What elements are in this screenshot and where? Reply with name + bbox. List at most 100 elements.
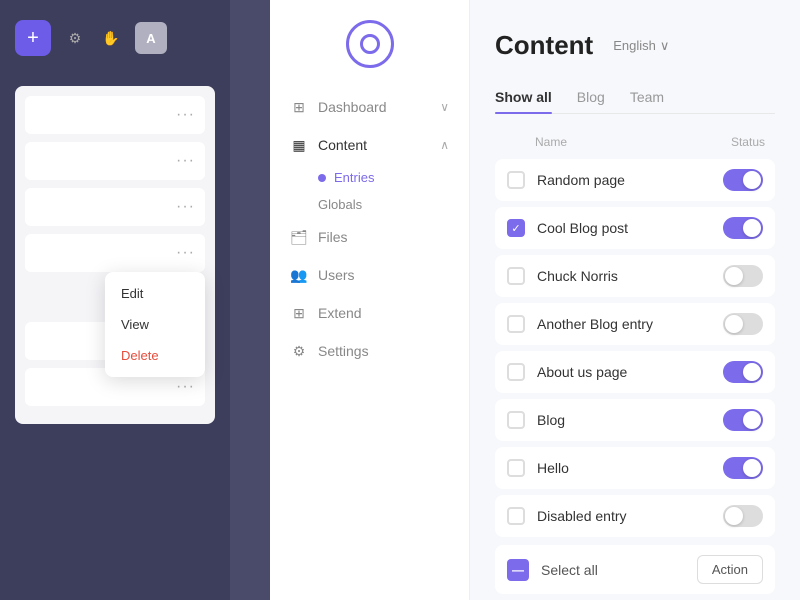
table-row: About us page <box>495 351 775 393</box>
table-header: Name Status <box>495 129 775 155</box>
entry-toggle[interactable] <box>723 457 763 479</box>
hand-icon[interactable]: ✋ <box>99 26 123 50</box>
active-dot <box>318 174 326 182</box>
bottom-bar: Select all Action <box>495 545 775 594</box>
entry-toggle[interactable] <box>723 313 763 335</box>
add-button[interactable]: + <box>15 20 51 56</box>
entry-checkbox[interactable] <box>507 315 525 333</box>
toggle-knob <box>725 507 743 525</box>
subnav-item-globals[interactable]: Globals <box>270 191 469 218</box>
context-menu-view[interactable]: View <box>105 309 205 340</box>
tab-show-all[interactable]: Show all <box>495 81 552 113</box>
context-menu-edit[interactable]: Edit <box>105 278 205 309</box>
gear-icon[interactable]: ⚙ <box>63 26 87 50</box>
entry-name: Random page <box>537 172 711 188</box>
page-title: Content <box>495 30 593 61</box>
entry-checkbox[interactable] <box>507 363 525 381</box>
row-menu-icon[interactable]: ··· <box>176 198 195 216</box>
select-all-button[interactable] <box>507 559 529 581</box>
select-all-label: Select all <box>541 562 685 578</box>
chevron-down-icon: ∨ <box>660 38 670 54</box>
table-row: Chuck Norris <box>495 255 775 297</box>
entry-name: Another Blog entry <box>537 316 711 332</box>
sidebar-item-label: Extend <box>318 305 362 321</box>
tab-blog[interactable]: Blog <box>577 81 605 113</box>
entry-checkbox[interactable] <box>507 219 525 237</box>
row-menu-icon[interactable]: ··· <box>176 152 195 170</box>
chevron-up-icon: ∧ <box>440 138 449 152</box>
toggle-knob <box>743 171 761 189</box>
users-icon: 👥 <box>290 266 308 284</box>
entry-checkbox[interactable] <box>507 171 525 189</box>
sidebar-item-label: Users <box>318 267 355 283</box>
language-selector[interactable]: English ∨ <box>613 38 669 54</box>
mid-sidebar: ⊞ Dashboard ∨ ▦ Content ∧ Entries Global… <box>270 0 470 600</box>
toggle-knob <box>743 411 761 429</box>
tab-team[interactable]: Team <box>630 81 664 113</box>
table-row: Cool Blog post <box>495 207 775 249</box>
files-icon: 🗂 <box>290 228 308 246</box>
language-label: English <box>613 38 656 53</box>
entries-list: Random page Cool Blog post Chuck Norris Ano… <box>495 159 775 537</box>
entry-name: Disabled entry <box>537 508 711 524</box>
entry-name: Cool Blog post <box>537 220 711 236</box>
sidebar-item-label: Settings <box>318 343 369 359</box>
entry-toggle[interactable] <box>723 505 763 527</box>
subnav-item-entries[interactable]: Entries <box>270 164 469 191</box>
list-item: ··· <box>25 142 205 180</box>
entry-checkbox[interactable] <box>507 411 525 429</box>
entry-name: Chuck Norris <box>537 268 711 284</box>
entry-checkbox[interactable] <box>507 267 525 285</box>
list-item: ··· <box>25 188 205 226</box>
sidebar-item-label: Dashboard <box>318 99 387 115</box>
col-header-name: Name <box>505 135 685 149</box>
left-sidebar-top: + ⚙ ✋ A <box>15 20 215 56</box>
content-tabs: Show all Blog Team <box>495 81 775 114</box>
entry-name: Blog <box>537 412 711 428</box>
logo-inner <box>360 34 380 54</box>
app-logo <box>346 20 394 68</box>
entry-name: About us page <box>537 364 711 380</box>
row-menu-icon[interactable]: ··· <box>176 106 195 124</box>
settings-icon: ⚙ <box>290 342 308 360</box>
context-menu: Edit View Delete <box>105 272 205 377</box>
sidebar-item-dashboard[interactable]: ⊞ Dashboard ∨ <box>270 88 469 126</box>
entry-toggle[interactable] <box>723 217 763 239</box>
sidebar-item-settings[interactable]: ⚙ Settings <box>270 332 469 370</box>
sidebar-item-content[interactable]: ▦ Content ∧ <box>270 126 469 164</box>
entry-toggle[interactable] <box>723 265 763 287</box>
toggle-knob <box>743 459 761 477</box>
toggle-knob <box>725 267 743 285</box>
list-item: ··· <box>25 96 205 134</box>
row-menu-icon[interactable]: ··· <box>176 378 195 396</box>
sidebar-item-users[interactable]: 👥 Users <box>270 256 469 294</box>
content-header: Content English ∨ <box>495 30 775 61</box>
col-header-status: Status <box>685 135 765 149</box>
sub-nav: Entries Globals <box>270 164 469 218</box>
avatar[interactable]: A <box>135 22 167 54</box>
left-sidebar: + ⚙ ✋ A ··· ··· ··· ··· Edit View Delete… <box>0 0 230 600</box>
left-content-area: ··· ··· ··· ··· Edit View Delete ··· ··· <box>15 86 215 424</box>
dashboard-icon: ⊞ <box>290 98 308 116</box>
list-item-with-menu: ··· Edit View Delete <box>25 234 205 272</box>
table-row: Disabled entry <box>495 495 775 537</box>
toggle-knob <box>743 363 761 381</box>
table-row: Blog <box>495 399 775 441</box>
main-content: Content English ∨ Show all Blog Team Nam… <box>470 0 800 600</box>
extend-icon: ⊞ <box>290 304 308 322</box>
entry-checkbox[interactable] <box>507 507 525 525</box>
action-button[interactable]: Action <box>697 555 763 584</box>
row-menu-icon[interactable]: ··· <box>176 244 195 262</box>
context-menu-delete[interactable]: Delete <box>105 340 205 371</box>
chevron-down-icon: ∨ <box>440 100 449 114</box>
sidebar-item-files[interactable]: 🗂 Files <box>270 218 469 256</box>
toggle-knob <box>743 219 761 237</box>
entry-toggle[interactable] <box>723 361 763 383</box>
entry-toggle[interactable] <box>723 409 763 431</box>
table-row: Hello <box>495 447 775 489</box>
sidebar-item-extend[interactable]: ⊞ Extend <box>270 294 469 332</box>
table-row: Random page <box>495 159 775 201</box>
entry-toggle[interactable] <box>723 169 763 191</box>
entry-name: Hello <box>537 460 711 476</box>
entry-checkbox[interactable] <box>507 459 525 477</box>
